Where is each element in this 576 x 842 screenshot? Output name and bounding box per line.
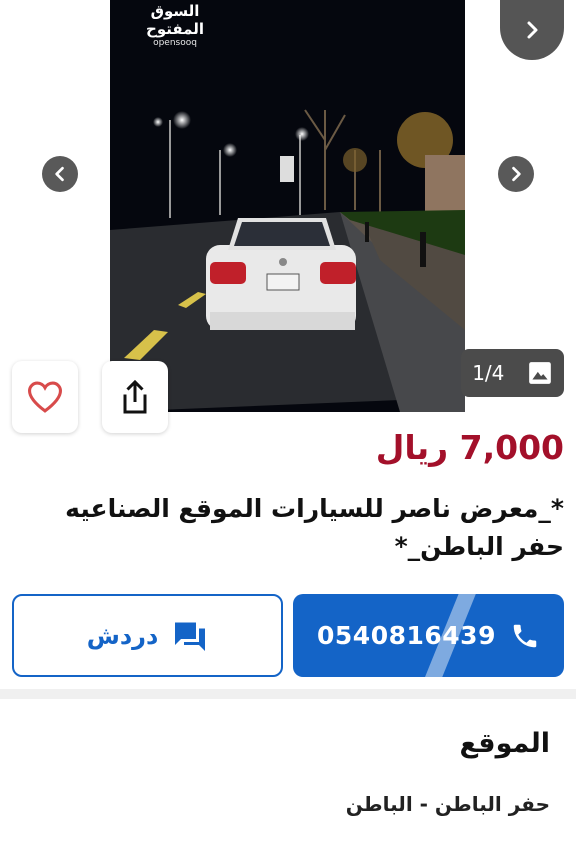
chevron-right-icon <box>512 166 521 182</box>
image-counter-text: 1/4 <box>472 361 505 385</box>
next-top-button[interactable] <box>500 0 564 60</box>
call-button[interactable]: 0540816439 <box>293 594 564 677</box>
watermark-english: opensooq <box>153 38 197 48</box>
favorite-button[interactable] <box>12 361 78 433</box>
share-icon <box>123 379 147 414</box>
chat-label: دردش <box>86 621 159 650</box>
chevron-right-icon <box>527 21 538 39</box>
heart-icon <box>27 381 63 413</box>
location-value: حفر الباطن - الباطن <box>345 792 550 816</box>
phone-icon <box>513 624 537 647</box>
watermark-arabic: السوق المفتوح <box>146 2 204 38</box>
listing-title: *_معرض ناصر للسيارات الموقع الصناعيه حفر… <box>65 494 564 561</box>
phone-number: 0540816439 <box>317 621 496 650</box>
next-image-button[interactable] <box>498 156 534 192</box>
opensooq-watermark: السوق المفتوح opensooq <box>125 2 225 48</box>
chevron-left-icon <box>55 166 64 182</box>
image-counter[interactable]: 1/4 <box>461 349 564 397</box>
section-divider <box>0 689 576 699</box>
chat-button[interactable]: دردش <box>12 594 283 677</box>
car-photo[interactable] <box>110 0 465 412</box>
share-button[interactable] <box>102 361 168 433</box>
location-heading: الموقع <box>459 728 550 759</box>
image-gallery[interactable]: السوق المفتوح opensooq 1/4 <box>0 0 576 433</box>
chat-icon <box>175 622 206 651</box>
listing-price: 7,000 ريال <box>375 428 564 467</box>
previous-image-button[interactable] <box>42 156 78 192</box>
image-icon <box>528 362 551 384</box>
